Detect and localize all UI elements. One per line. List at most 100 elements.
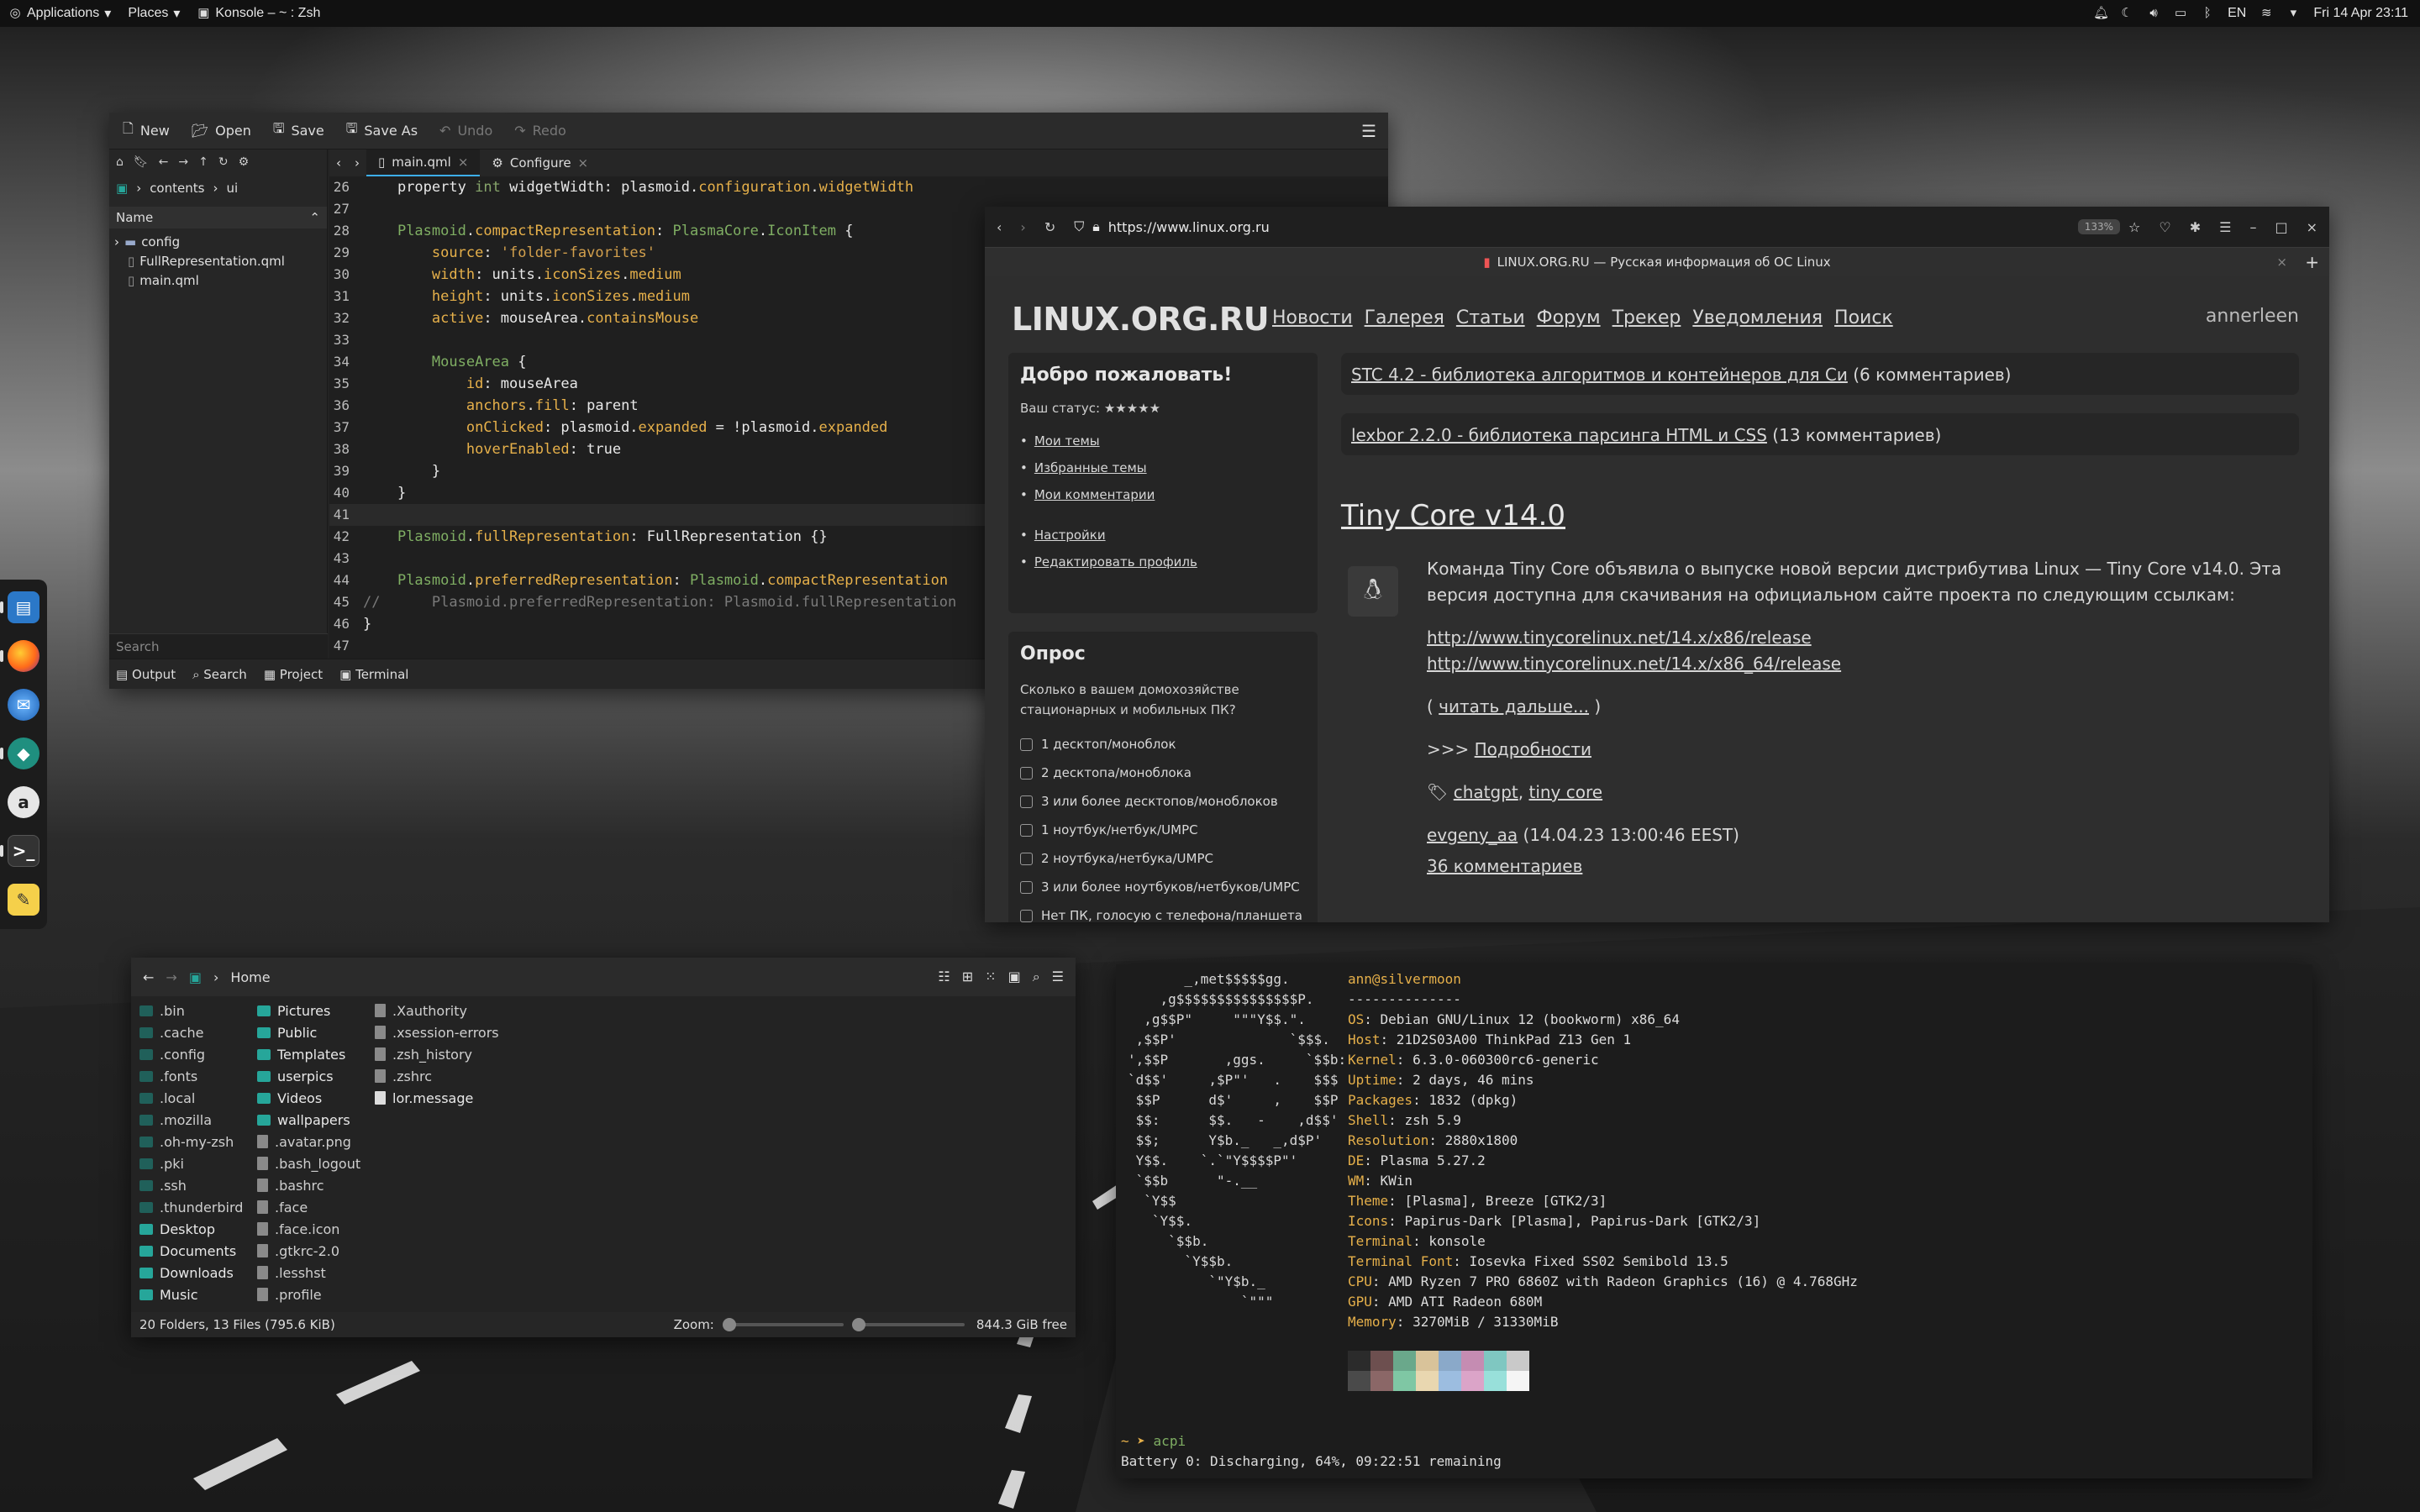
bookmark-icon[interactable]: 🔖︎ (134, 155, 149, 169)
file-item[interactable]: .bashrc (257, 1174, 375, 1196)
dock-item-notes[interactable]: ✎ (5, 879, 42, 921)
file-item[interactable]: .thunderbird (139, 1196, 257, 1218)
power-menu-icon[interactable]: ▾ (2286, 7, 2300, 20)
redo-button[interactable]: ↷ Redo (514, 123, 566, 139)
tree-item-main[interactable]: ▯ main.qml (109, 270, 327, 290)
file-item[interactable]: .zsh_history (375, 1043, 560, 1065)
poll-option[interactable]: 1 десктоп/моноблок (1020, 730, 1306, 759)
hamburger-menu-icon[interactable]: ☰ (1361, 121, 1376, 141)
tag-tiny-core[interactable]: tiny core (1528, 782, 1602, 802)
bookmark-star-icon[interactable]: ☆ (2128, 219, 2140, 235)
output-tab[interactable]: ▤ Output (116, 667, 176, 682)
file-item[interactable]: .cache (139, 1021, 257, 1043)
search-tab[interactable]: ⌕ Search (192, 667, 247, 682)
read-more-link[interactable]: читать дальше... (1439, 696, 1589, 717)
back-icon[interactable]: ‹ (997, 219, 1002, 235)
news-link-2[interactable]: lexbor 2.2.0 - библиотека парсинга HTML … (1351, 425, 1767, 445)
checkbox[interactable] (1020, 909, 1033, 922)
clock[interactable]: Fri 14 Apr 23:11 (2313, 6, 2408, 21)
file-item[interactable]: .xsession-errors (375, 1021, 560, 1043)
checkbox[interactable] (1020, 795, 1033, 808)
file-item[interactable]: wallpapers (257, 1109, 375, 1131)
file-item[interactable]: .bin (139, 1000, 257, 1021)
file-item[interactable]: Pictures (257, 1000, 375, 1021)
tree-item-fullrepresentation[interactable]: ▯ FullRepresentation.qml (109, 251, 327, 270)
file-item[interactable]: .gtkrc-2.0 (257, 1240, 375, 1262)
welcome-link-topics[interactable]: • Мои темы (1020, 428, 1306, 454)
poll-option[interactable]: 3 или более десктопов/моноблоков (1020, 787, 1306, 816)
active-window-indicator[interactable]: ▣ Konsole – ~ : Zsh (188, 0, 329, 27)
file-item[interactable]: .ssh (139, 1174, 257, 1196)
file-item[interactable]: .lesshst (257, 1262, 375, 1284)
poll-option[interactable]: 1 ноутбук/нетбук/UMPC (1020, 816, 1306, 844)
reload-icon[interactable]: ↻ (218, 155, 229, 169)
file-item[interactable]: .face (257, 1196, 375, 1218)
file-item[interactable]: Videos (257, 1087, 375, 1109)
close-icon[interactable]: × (578, 155, 589, 171)
forward-icon[interactable]: → (178, 155, 188, 169)
terminal-tab[interactable]: ▣ Terminal (339, 667, 408, 682)
dock-item-kate[interactable]: ◆ (0, 732, 42, 774)
welcome-link-comments[interactable]: • Мои комментарии (1020, 481, 1306, 508)
file-item[interactable]: .fonts (139, 1065, 257, 1087)
zoom-badge[interactable]: 133% (2077, 219, 2121, 234)
code-line[interactable]: 26 property int widgetWidth: plasmoid.co… (329, 176, 1388, 198)
new-tab-icon[interactable]: + (2305, 252, 2319, 272)
dock-item-thunderbird[interactable]: ✉ (5, 684, 42, 726)
nav-tracker[interactable]: Трекер (1612, 307, 1681, 328)
author-link[interactable]: evgeny_aa (1427, 825, 1518, 845)
checkbox[interactable] (1020, 852, 1033, 865)
reload-icon[interactable]: ↻ (1044, 219, 1055, 235)
back-icon[interactable]: ← (159, 155, 169, 169)
battery-icon[interactable]: ▭ (2174, 7, 2187, 20)
undo-button[interactable]: ↶ Undo (439, 123, 492, 139)
file-item[interactable]: Templates (257, 1043, 375, 1065)
file-item[interactable]: .face.icon (257, 1218, 375, 1240)
file-item[interactable]: Desktop (139, 1218, 257, 1240)
preview-icon[interactable]: ▣ (1008, 969, 1021, 985)
bluetooth-icon[interactable]: ᛒ (2201, 7, 2214, 20)
article-title[interactable]: Tiny Core v14.0 (1341, 499, 1565, 533)
details-view-icon[interactable]: ☷ (938, 969, 950, 985)
welcome-link-settings[interactable]: • Настройки (1020, 522, 1306, 549)
username[interactable]: annerleen (2206, 306, 2299, 327)
site-title[interactable]: LINUX.ORG.RU (1012, 301, 1270, 338)
minimize-icon[interactable]: – (2249, 219, 2256, 235)
poll-option[interactable]: 2 десктопа/моноблока (1020, 759, 1306, 787)
browser-tab[interactable]: ▮ LINUX.ORG.RU — Русская информация об О… (985, 247, 2329, 276)
notification-bell-icon[interactable]: 🔔︎ (2093, 7, 2109, 20)
file-item[interactable]: .pki (139, 1152, 257, 1174)
forward-icon[interactable]: → (166, 969, 176, 985)
forward-icon[interactable]: › (1020, 219, 1025, 235)
tab-main-qml[interactable]: ▯ main.qml × (366, 150, 481, 176)
tree-search-input[interactable]: Search (109, 633, 328, 659)
save-button[interactable]: 🖫 Save (273, 119, 324, 142)
location-home[interactable]: Home (230, 969, 270, 985)
pocket-icon[interactable]: ♡ (2159, 219, 2170, 235)
url-bar[interactable]: ⛉ 🔒︎ https://www.linux.org.ru 133% ☆ (1074, 213, 2141, 240)
dock-item-a[interactable]: a (5, 781, 42, 823)
file-item[interactable]: .profile (257, 1284, 375, 1305)
file-item[interactable]: Documents (139, 1240, 257, 1262)
poll-option[interactable]: 3 или более ноутбуков/нетбуков/UMPC (1020, 873, 1306, 901)
close-icon[interactable]: × (458, 155, 469, 170)
applications-menu[interactable]: ◎ Applications ▾ (0, 0, 119, 27)
tree-header[interactable]: Name ⌃ (109, 207, 327, 228)
menu-icon[interactable]: ☰ (2219, 219, 2231, 235)
file-item[interactable]: .mozilla (139, 1109, 257, 1131)
tree-view-icon[interactable]: ⊞ (962, 969, 973, 985)
tree-item-config[interactable]: › ▬ config (109, 232, 327, 251)
nav-search[interactable]: Поиск (1834, 307, 1893, 328)
tab-configure[interactable]: ⚙ Configure × (480, 150, 600, 176)
close-icon[interactable]: × (2307, 219, 2317, 235)
file-item[interactable]: .bash_logout (257, 1152, 375, 1174)
close-tab-icon[interactable]: × (2276, 255, 2287, 270)
open-button[interactable]: 📂︎ Open (192, 123, 251, 139)
nav-articles[interactable]: Статьи (1456, 307, 1525, 328)
up-icon[interactable]: ↑ (198, 155, 208, 169)
details-link[interactable]: Подробности (1475, 739, 1591, 759)
places-menu[interactable]: Places ▾ (119, 0, 188, 27)
news-link-1[interactable]: STC 4.2 - библиотека алгоритмов и контей… (1351, 365, 1848, 385)
home-icon[interactable]: ⌂ (116, 155, 124, 169)
wifi-icon[interactable]: ≋ (2260, 7, 2273, 20)
